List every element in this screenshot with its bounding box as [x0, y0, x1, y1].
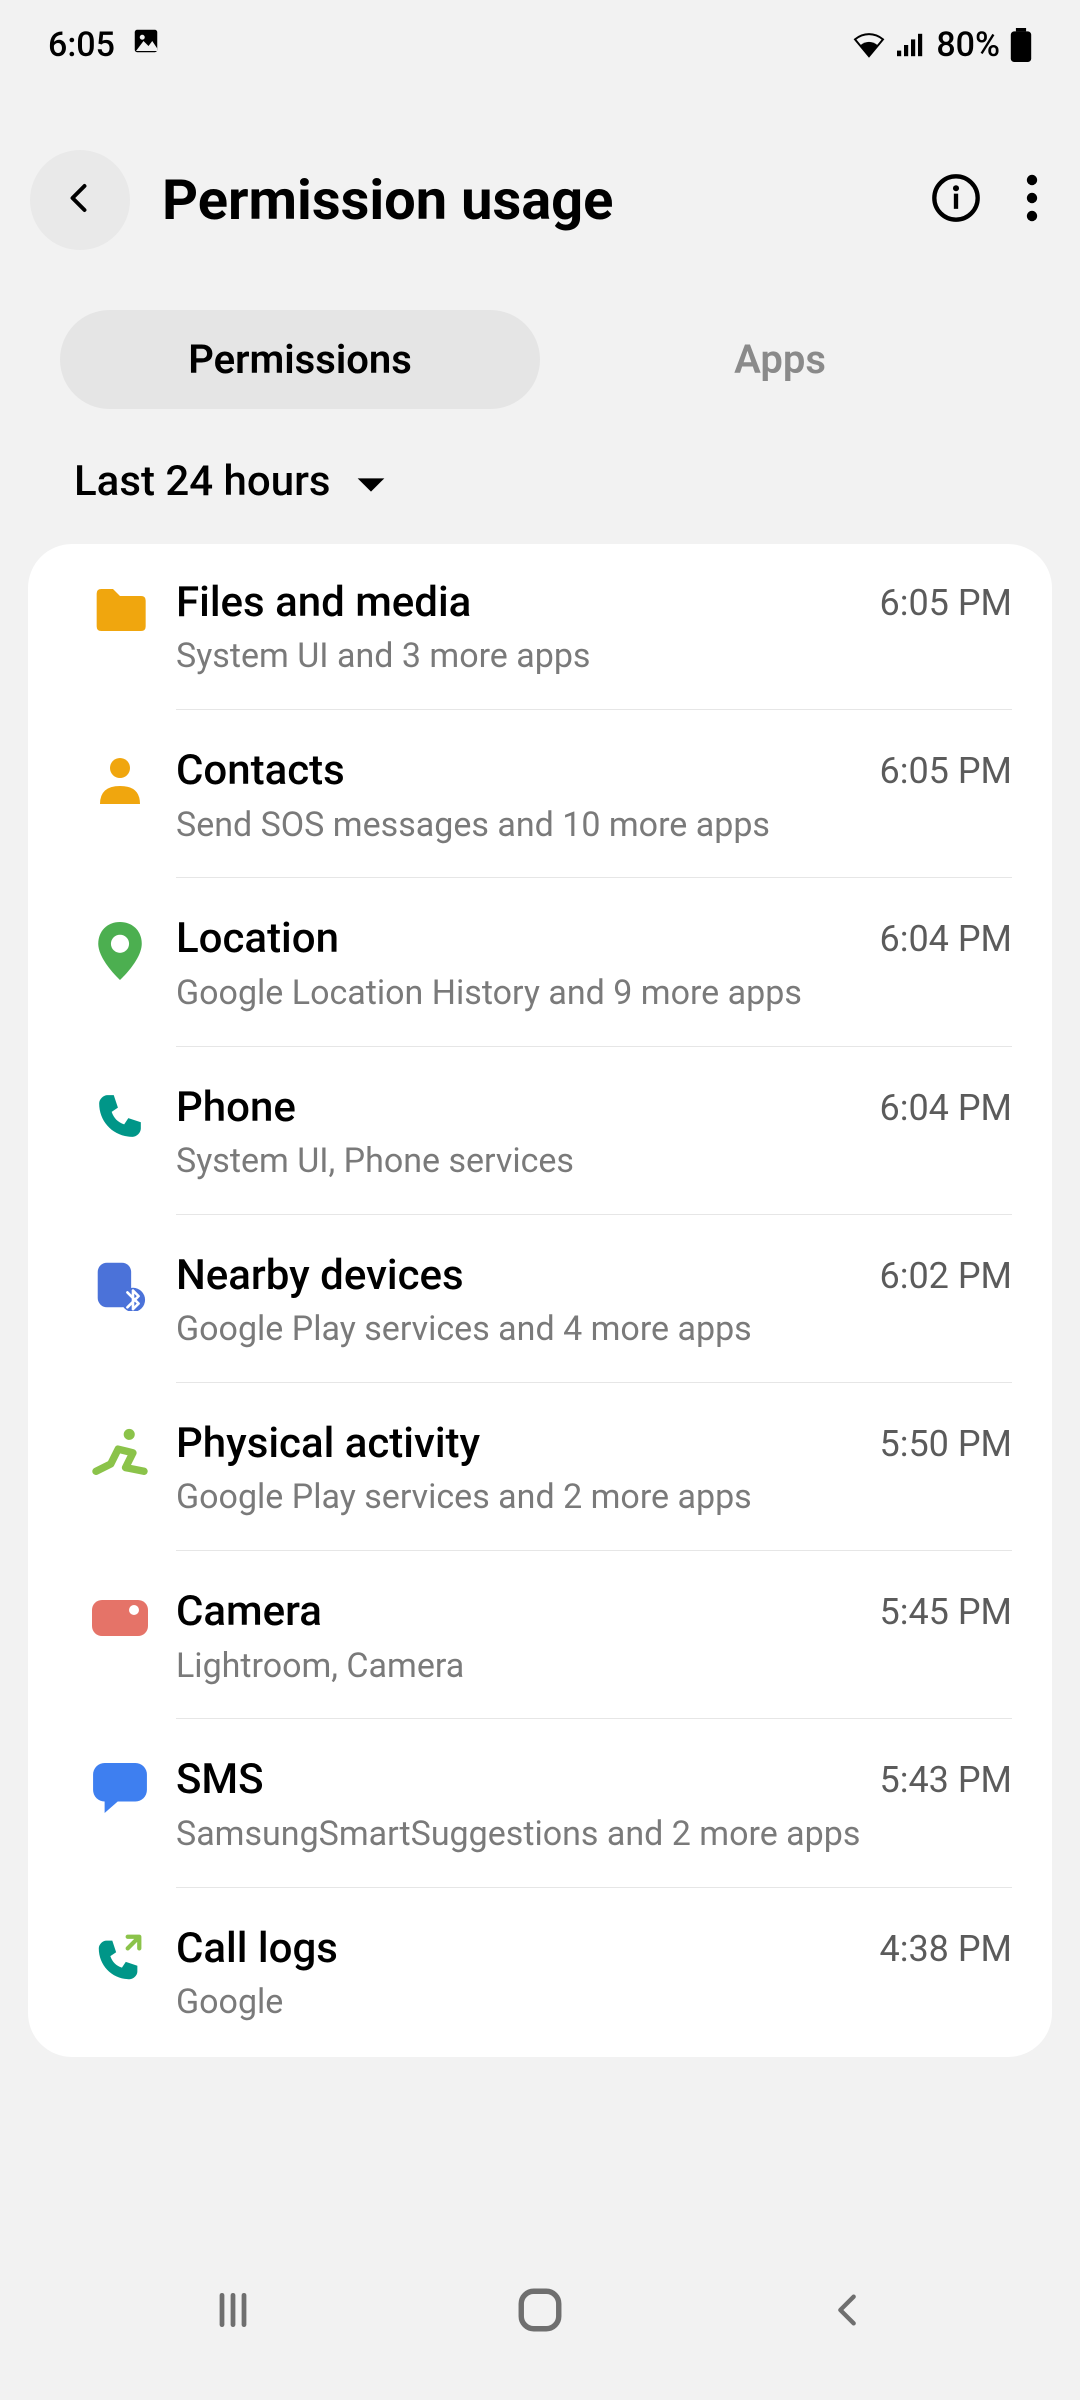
tab-apps-label: Apps — [734, 336, 826, 383]
camera-icon — [64, 1587, 176, 1637]
row-sub: Lightroom, Camera — [176, 1646, 1012, 1687]
row-sub: Google — [176, 1982, 1012, 2023]
tab-apps[interactable]: Apps — [540, 310, 1020, 409]
chevron-left-icon — [827, 2288, 867, 2332]
sms-icon — [64, 1755, 176, 1813]
row-title: Physical activity — [176, 1419, 480, 1469]
battery-percent: 80% — [936, 25, 1000, 65]
chevron-left-icon — [62, 178, 98, 222]
row-camera[interactable]: Camera 5:45 PM Lightroom, Camera — [28, 1553, 1052, 1721]
row-sub: SamsungSmartSuggestions and 2 more apps — [176, 1814, 1012, 1855]
time-filter[interactable]: Last 24 hours — [0, 419, 1080, 544]
nav-bar — [0, 2240, 1080, 2400]
row-time: 6:04 PM — [880, 914, 1013, 960]
row-physical-activity[interactable]: Physical activity 5:50 PM Google Play se… — [28, 1385, 1052, 1553]
status-time: 6:05 — [48, 25, 115, 65]
row-time: 5:50 PM — [880, 1419, 1013, 1465]
row-call-logs[interactable]: Call logs 4:38 PM Google — [28, 1890, 1052, 2057]
tab-permissions-label: Permissions — [188, 336, 412, 383]
nav-recents[interactable] — [203, 2280, 263, 2340]
header-actions — [930, 172, 1050, 228]
status-left: 6:05 — [48, 25, 161, 65]
info-icon — [930, 172, 982, 224]
permission-list: Files and media 6:05 PM System UI and 3 … — [28, 544, 1052, 2057]
recents-icon — [211, 2288, 255, 2332]
info-button[interactable] — [930, 172, 982, 228]
row-nearby-devices[interactable]: Nearby devices 6:02 PM Google Play servi… — [28, 1217, 1052, 1385]
chevron-down-icon — [355, 457, 387, 506]
status-bar: 6:05 80% — [0, 0, 1080, 90]
back-button[interactable] — [30, 150, 130, 250]
nearby-devices-icon — [64, 1251, 176, 1311]
running-icon — [64, 1419, 176, 1475]
row-sub: Google Play services and 4 more apps — [176, 1309, 1012, 1350]
more-vert-icon — [1026, 174, 1038, 222]
wifi-icon — [852, 31, 886, 59]
row-title: Files and media — [176, 578, 471, 628]
row-time: 4:38 PM — [880, 1924, 1013, 1970]
time-filter-label: Last 24 hours — [74, 457, 331, 506]
status-right: 80% — [852, 25, 1032, 65]
picture-indicator-icon — [131, 25, 161, 65]
header: Permission usage — [0, 90, 1080, 290]
row-time: 6:04 PM — [880, 1083, 1013, 1129]
row-sub: Google Location History and 9 more apps — [176, 973, 1012, 1014]
row-time: 6:05 PM — [880, 746, 1013, 792]
row-files-and-media[interactable]: Files and media 6:05 PM System UI and 3 … — [28, 544, 1052, 712]
row-sub: Send SOS messages and 10 more apps — [176, 805, 1012, 846]
row-sub: System UI, Phone services — [176, 1141, 1012, 1182]
row-title: Contacts — [176, 746, 345, 796]
row-sub: System UI and 3 more apps — [176, 636, 1012, 677]
row-title: Camera — [176, 1587, 322, 1637]
location-pin-icon — [64, 914, 176, 980]
row-title: Nearby devices — [176, 1251, 464, 1301]
row-title: Phone — [176, 1083, 296, 1133]
row-time: 5:43 PM — [880, 1755, 1013, 1801]
row-title: SMS — [176, 1755, 264, 1805]
phone-icon — [64, 1083, 176, 1141]
row-sms[interactable]: SMS 5:43 PM SamsungSmartSuggestions and … — [28, 1721, 1052, 1889]
battery-icon — [1010, 28, 1032, 62]
row-title: Location — [176, 914, 339, 964]
row-time: 6:02 PM — [880, 1251, 1013, 1297]
call-log-icon — [64, 1924, 176, 1984]
row-time: 6:05 PM — [880, 578, 1013, 624]
person-icon — [64, 746, 176, 806]
tabs: Permissions Apps — [0, 290, 1080, 419]
home-icon — [515, 2285, 565, 2335]
folder-icon — [64, 578, 176, 634]
row-sub: Google Play services and 2 more apps — [176, 1477, 1012, 1518]
signal-icon — [896, 31, 926, 59]
row-contacts[interactable]: Contacts 6:05 PM Send SOS messages and 1… — [28, 712, 1052, 880]
row-location[interactable]: Location 6:04 PM Google Location History… — [28, 880, 1052, 1048]
row-time: 5:45 PM — [880, 1587, 1013, 1633]
row-phone[interactable]: Phone 6:04 PM System UI, Phone services — [28, 1049, 1052, 1217]
nav-back[interactable] — [817, 2280, 877, 2340]
more-button[interactable] — [1026, 174, 1038, 226]
nav-home[interactable] — [510, 2280, 570, 2340]
row-title: Call logs — [176, 1924, 338, 1974]
tab-permissions[interactable]: Permissions — [60, 310, 540, 409]
page-title: Permission usage — [162, 167, 930, 233]
